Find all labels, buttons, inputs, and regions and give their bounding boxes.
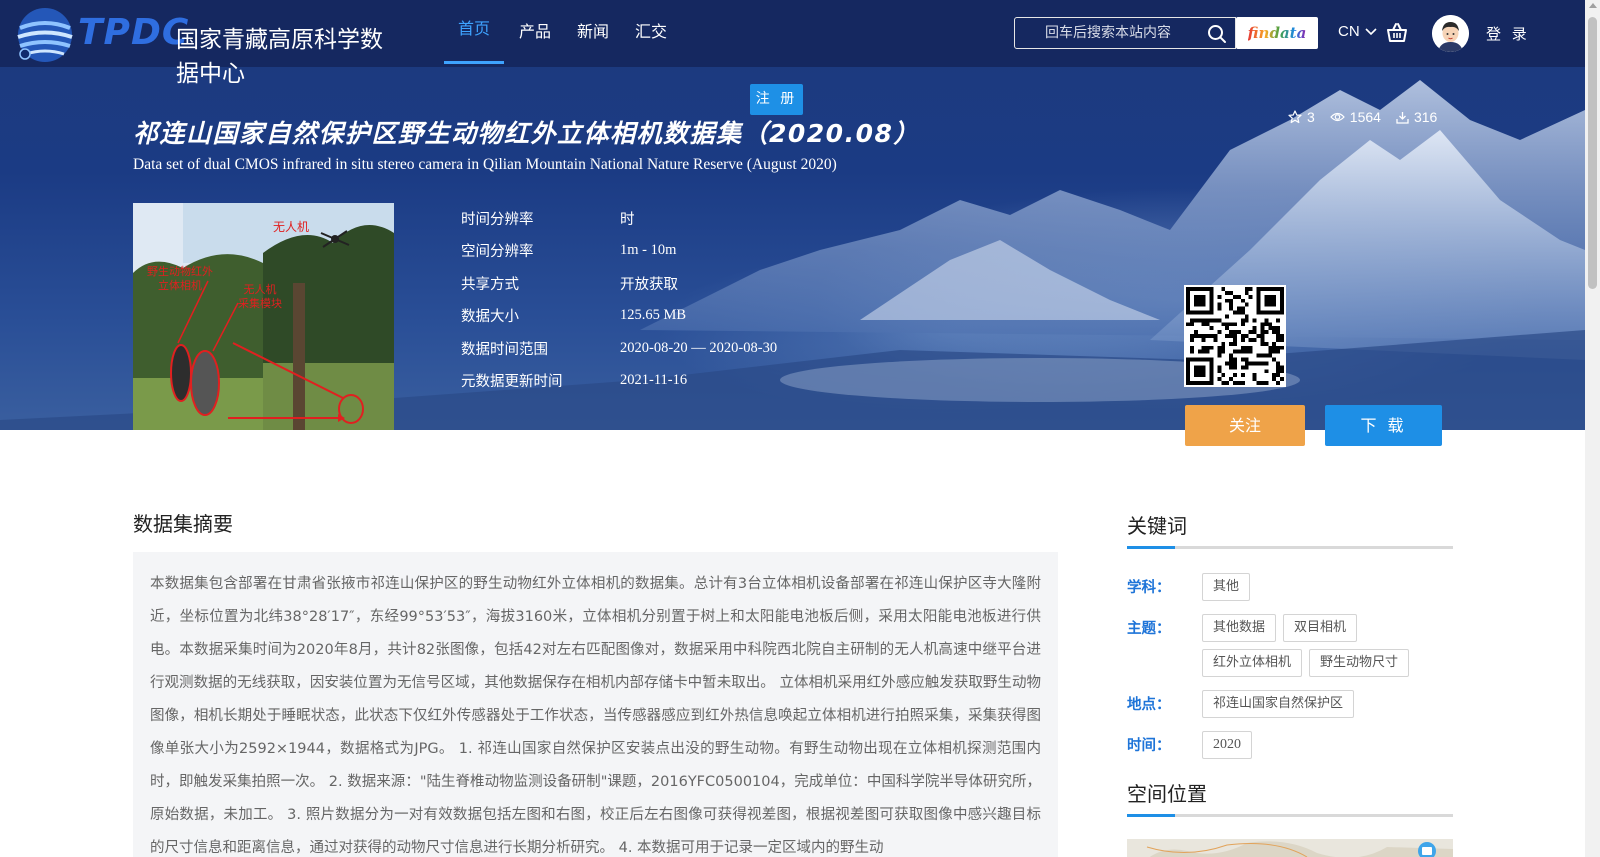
keyword-tag[interactable]: 其他 xyxy=(1202,573,1251,601)
meta-value: 2021-11-16 xyxy=(620,372,688,389)
keyword-label: 学科： xyxy=(1127,580,1171,596)
download-count: 316 xyxy=(1396,109,1437,125)
download-button[interactable]: 下 载 xyxy=(1325,405,1442,446)
keyword-label: 主题： xyxy=(1127,621,1171,637)
meta-key: 时间分辨率 xyxy=(461,211,534,228)
dataset-stats: 3 1564 316 xyxy=(1288,109,1452,125)
scroll-up-arrow-icon[interactable] xyxy=(1589,3,1597,8)
meta-row: 空间分辨率 1m - 10m xyxy=(461,235,777,268)
nav-home[interactable]: 首页 xyxy=(444,0,505,64)
download-count-value: 316 xyxy=(1413,109,1438,125)
login-link[interactable]: 登 录 xyxy=(1486,23,1530,44)
keywords-divider xyxy=(1127,546,1453,549)
thumbnail-label-drone: 无人机 xyxy=(273,220,310,234)
keyword-tags: 祁连山国家自然保护区 xyxy=(1202,690,1453,725)
keyword-tag[interactable]: 野生动物尺寸 xyxy=(1309,649,1410,677)
keyword-label: 时间： xyxy=(1127,738,1171,754)
nav-news[interactable]: 新闻 xyxy=(564,0,622,67)
keyword-tags: 其他 xyxy=(1202,573,1453,608)
abstract-box: 本数据集包含部署在甘肃省张掖市祁连山保护区的野生动物红外立体相机的数据集。总计有… xyxy=(133,552,1058,857)
findata-label: findata xyxy=(1247,24,1307,42)
keyword-tag[interactable]: 双目相机 xyxy=(1283,614,1358,642)
search-input[interactable] xyxy=(1015,18,1205,48)
scrollbar-thumb[interactable] xyxy=(1588,17,1597,289)
eye-icon xyxy=(1329,112,1345,122)
star-count-value: 3 xyxy=(1307,109,1315,125)
abstract-text: 本数据集包含部署在甘肃省张掖市祁连山保护区的野生动物红外立体相机的数据集。总计有… xyxy=(150,576,1041,856)
follow-button[interactable]: 关注 xyxy=(1185,405,1305,446)
page: TPDC 国家青藏高原科学数据中心 首页 产品 新闻 汇交 findata CN xyxy=(0,0,1600,857)
meta-value: 开放获取 xyxy=(620,276,678,293)
meta-row: 元数据更新时间 2021-11-16 xyxy=(461,365,777,398)
meta-key: 共享方式 xyxy=(461,276,519,293)
keyword-row-discipline: 学科： 其他 xyxy=(1127,573,1453,608)
dataset-metadata: 时间分辨率 时 空间分辨率 1m - 10m 共享方式 开放获取 数据大小 12… xyxy=(461,202,777,397)
spatial-divider xyxy=(1127,814,1453,817)
meta-key: 元数据更新时间 xyxy=(461,374,563,391)
globe-logo-icon xyxy=(17,8,73,62)
top-nav-bar: TPDC 国家青藏高原科学数据中心 首页 产品 新闻 汇交 findata CN xyxy=(0,0,1585,87)
meta-value: 2020-08-20 — 2020-08-30 xyxy=(620,339,778,356)
basket-icon[interactable] xyxy=(1386,22,1408,44)
download-icon xyxy=(1396,111,1409,124)
thumbnail-label-camera: 野生动物红外 立体相机 xyxy=(147,265,213,292)
qr-code xyxy=(1184,285,1286,387)
thumbnail-label-module: 无人机 采集模块 xyxy=(238,283,282,310)
meta-value: 时 xyxy=(620,211,635,228)
search-icon[interactable] xyxy=(1207,24,1227,44)
dataset-title-cn: 祁连山国家自然保护区野生动物红外立体相机数据集（2020.08） xyxy=(133,119,920,148)
keyword-tag[interactable]: 2020 xyxy=(1202,731,1252,759)
star-icon xyxy=(1288,110,1302,124)
keyword-row-place: 地点： 祁连山国家自然保护区 xyxy=(1127,690,1453,725)
dataset-title-en: Data set of dual CMOS infrared in situ s… xyxy=(133,156,837,173)
keyword-tags: 2020 xyxy=(1202,731,1453,766)
keyword-row-theme: 主题： 其他数据 双目相机 红外立体相机 野生动物尺寸 xyxy=(1127,614,1453,684)
meta-key: 数据时间范围 xyxy=(461,341,548,358)
meta-value: 125.65 MB xyxy=(620,307,687,324)
meta-value: 1m - 10m xyxy=(620,242,677,259)
spatial-title: 空间位置 xyxy=(1127,782,1207,806)
page-scrollbar[interactable] xyxy=(1585,0,1600,857)
map-preview xyxy=(1127,839,1453,857)
keyword-label: 地点： xyxy=(1127,697,1171,713)
view-count-value: 1564 xyxy=(1349,109,1381,125)
language-switch[interactable]: CN xyxy=(1338,23,1377,40)
keywords-panel: 关键词 学科： 其他 主题： 其他数据 双目相机 红外立体相机 野生动物尺寸 地… xyxy=(1127,510,1453,772)
keyword-tag[interactable]: 红外立体相机 xyxy=(1202,649,1303,677)
site-name: 国家青藏高原科学数据中心 xyxy=(176,27,383,87)
logo-tpdc-text: TPDC xyxy=(78,12,190,53)
keyword-tags: 其他数据 双目相机 红外立体相机 野生动物尺寸 xyxy=(1202,614,1453,684)
keyword-row-time: 时间： 2020 xyxy=(1127,731,1453,766)
meta-row: 共享方式 开放获取 xyxy=(461,267,777,300)
meta-row: 时间分辨率 时 xyxy=(461,202,777,235)
search-box xyxy=(1014,17,1236,49)
meta-key: 空间分辨率 xyxy=(461,244,534,261)
language-label: CN xyxy=(1338,23,1360,40)
spatial-panel: 空间位置 xyxy=(1127,778,1453,841)
meta-key: 数据大小 xyxy=(461,309,519,326)
meta-row: 数据大小 125.65 MB xyxy=(461,300,777,333)
meta-row: 数据时间范围 2020-08-20 — 2020-08-30 xyxy=(461,332,777,365)
register-button[interactable]: 注 册 xyxy=(750,84,803,115)
qr-code-icon xyxy=(1186,287,1284,385)
user-avatar-icon xyxy=(1432,15,1469,52)
spatial-map[interactable] xyxy=(1127,839,1453,857)
thumbnail-image xyxy=(133,203,394,430)
keyword-tag[interactable]: 其他数据 xyxy=(1202,614,1277,642)
keyword-tag[interactable]: 祁连山国家自然保护区 xyxy=(1202,690,1355,718)
nav-products[interactable]: 产品 xyxy=(506,0,564,67)
site-logo[interactable]: TPDC 国家青藏高原科学数据中心 xyxy=(14,4,394,87)
star-count[interactable]: 3 xyxy=(1288,109,1315,125)
keywords-title: 关键词 xyxy=(1127,514,1187,538)
avatar[interactable] xyxy=(1432,15,1469,52)
view-count: 1564 xyxy=(1329,109,1381,125)
dataset-thumbnail[interactable]: 无人机 野生动物红外 立体相机 无人机 采集模块 xyxy=(133,203,394,430)
chevron-down-icon xyxy=(1365,28,1377,36)
nav-submit[interactable]: 汇交 xyxy=(622,0,680,67)
main-nav: 首页 产品 新闻 汇交 xyxy=(444,0,680,67)
findata-button[interactable]: findata xyxy=(1236,17,1318,49)
abstract-title: 数据集摘要 xyxy=(133,512,233,536)
